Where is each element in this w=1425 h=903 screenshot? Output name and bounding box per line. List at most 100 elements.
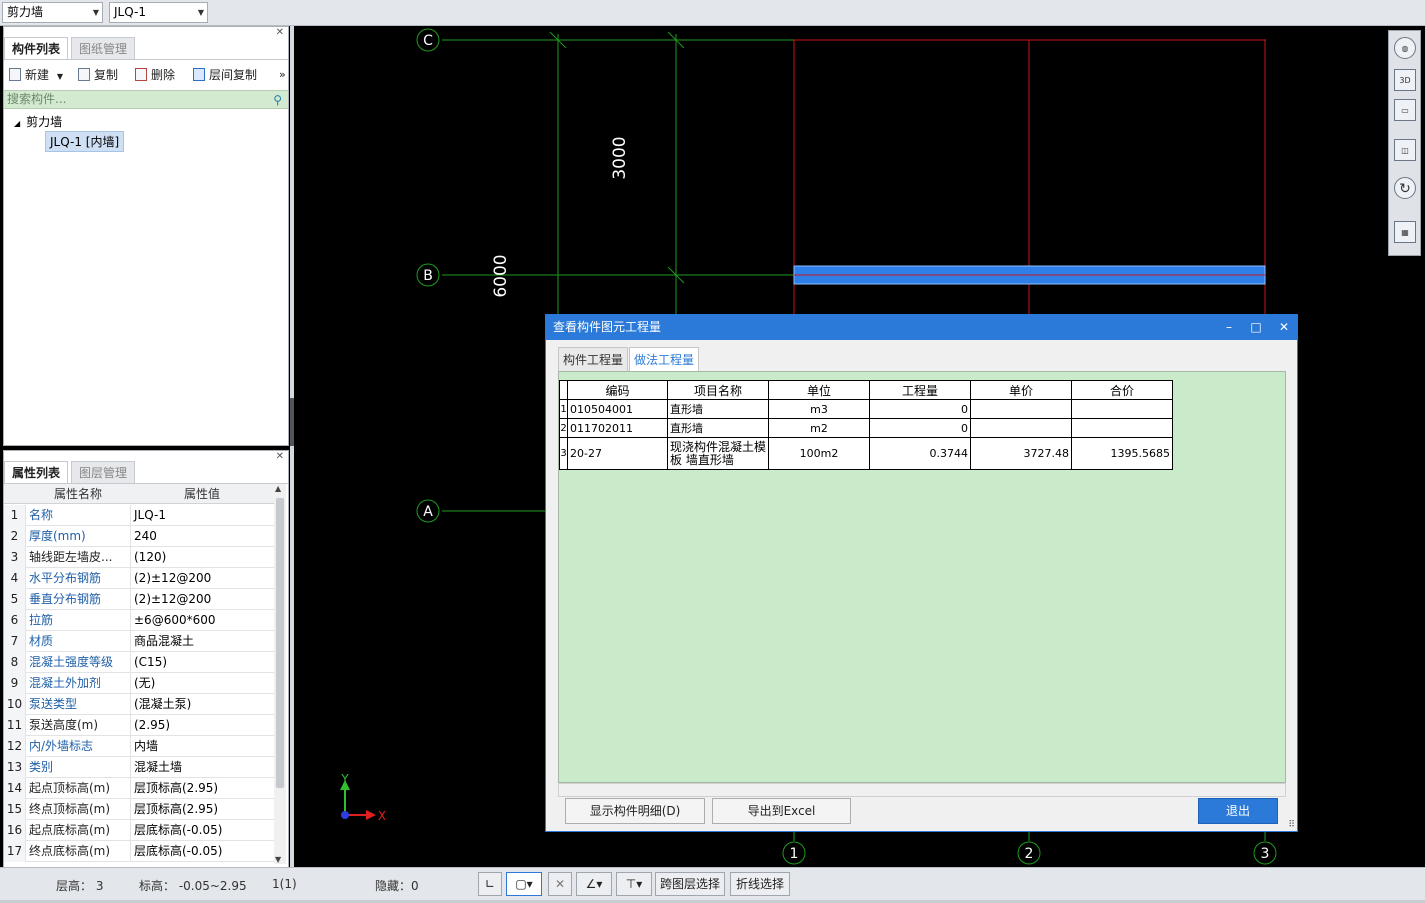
property-row[interactable]: 14 起点顶标高(m) 层顶标高(2.95) (4, 778, 274, 799)
property-value[interactable]: 商品混凝土 (130, 631, 274, 652)
cell-code: 010504001 (567, 399, 668, 419)
property-row[interactable]: 13 类别 混凝土墙 (4, 757, 274, 778)
property-value[interactable]: (2.95) (130, 715, 274, 736)
tab-drawing-management[interactable]: 图纸管理 (71, 37, 136, 59)
scroll-up-icon[interactable]: ▲ (275, 484, 281, 493)
property-name: 水平分布钢筋 (29, 571, 102, 585)
axis-label-c: C (423, 33, 433, 49)
property-row[interactable]: 2 厚度(mm) 240 (4, 526, 274, 547)
tree-item-jlq-1[interactable]: JLQ-1 [内墙] (45, 131, 125, 152)
table-row[interactable]: 1 010504001 直形墙 m3 0 (559, 399, 1173, 419)
table-row[interactable]: 2 011702011 直形墙 m2 0 (559, 418, 1173, 438)
dimension-tool-icon[interactable]: ⊤▾ (616, 872, 652, 896)
close-icon[interactable]: ✕ (1271, 315, 1297, 340)
property-name: 拉筋 (29, 613, 54, 627)
property-row-number: 15 (4, 799, 26, 820)
property-row[interactable]: 3 轴线距左墙皮... (120) (4, 547, 274, 568)
scroll-down-icon[interactable]: ▼ (275, 855, 281, 864)
property-value[interactable]: 层顶标高(2.95) (130, 799, 274, 820)
property-row[interactable]: 15 终点顶标高(m) 层顶标高(2.95) (4, 799, 274, 820)
property-row[interactable]: 9 混凝土外加剂 (无) (4, 673, 274, 694)
search-input[interactable]: 搜索构件... ⚲ (4, 90, 288, 109)
scroll-thumb[interactable] (276, 498, 284, 788)
axis-label-3: 3 (1261, 846, 1270, 862)
dialog-title: 查看构件图元工程量 (553, 320, 662, 334)
angle-icon[interactable]: ∠▾ (576, 872, 612, 896)
property-value[interactable]: (混凝土泵) (130, 694, 274, 715)
copy-button[interactable]: 复制 (78, 65, 118, 85)
tab-component-quantity[interactable]: 构件工程量 (558, 347, 629, 371)
table-row[interactable]: 3 20-27 现浇构件混凝土模板 墙直形墙 100m2 0.3744 3727.48 13… (559, 437, 1173, 470)
tree-root[interactable]: ◢ 剪力墙 (14, 113, 62, 130)
property-value[interactable]: 内墙 (130, 736, 274, 757)
property-name: 泵送类型 (29, 697, 78, 711)
property-row-number: 6 (4, 610, 26, 631)
property-row[interactable]: 12 内/外墙标志 内墙 (4, 736, 274, 757)
view-3d-icon[interactable]: 3D (1394, 69, 1416, 91)
property-value[interactable]: (C15) (130, 652, 274, 673)
ortho-icon[interactable]: ∟ (478, 872, 502, 896)
tab-layer-management[interactable]: 图层管理 (71, 461, 136, 483)
property-value[interactable]: (无) (130, 673, 274, 694)
maximize-icon[interactable]: □ (1243, 315, 1269, 340)
property-value[interactable]: (2)±12@200 (130, 589, 274, 610)
property-value[interactable]: 层底标高(-0.05) (130, 841, 274, 862)
property-value[interactable]: ±6@600*600 (130, 610, 274, 631)
tree-expand-icon[interactable]: ◢ (14, 119, 20, 128)
property-row[interactable]: 8 混凝土强度等级 (C15) (4, 652, 274, 673)
property-value[interactable]: (2)±12@200 (130, 568, 274, 589)
rotate-icon[interactable]: ↻ (1394, 177, 1416, 199)
polyline-select-button[interactable]: 折线选择 (730, 872, 790, 896)
property-row[interactable]: 4 水平分布钢筋 (2)±12@200 (4, 568, 274, 589)
property-row[interactable]: 7 材质 商品混凝土 (4, 631, 274, 652)
cross-layer-select-button[interactable]: 跨图层选择 (655, 872, 725, 896)
property-value[interactable]: (120) (130, 547, 274, 568)
property-scrollbar[interactable]: ▲ ▼ (274, 484, 286, 864)
property-row[interactable]: 17 终点底标高(m) 层底标高(-0.05) (4, 841, 274, 862)
property-row[interactable]: 5 垂直分布钢筋 (2)±12@200 (4, 589, 274, 610)
component-combo[interactable]: JLQ-1 ▼ (109, 2, 208, 23)
property-row[interactable]: 16 起点底标高(m) 层底标高(-0.05) (4, 820, 274, 841)
show-detail-button[interactable]: 显示构件明细(D) (565, 798, 705, 824)
view-top-icon[interactable]: ▭ (1394, 99, 1416, 121)
category-combo[interactable]: 剪力墙 ▼ (2, 2, 103, 23)
minimize-icon[interactable]: – (1216, 315, 1242, 340)
hidden-count: 隐藏：0 (375, 879, 419, 893)
property-value[interactable]: 混凝土墙 (130, 757, 274, 778)
new-button[interactable]: 新建 ▼ (9, 65, 63, 85)
select-mode-icon[interactable]: ▢▾ (506, 872, 542, 896)
property-row[interactable]: 10 泵送类型 (混凝土泵) (4, 694, 274, 715)
dialog-title-bar[interactable]: 查看构件图元工程量 (546, 315, 1297, 340)
tab-method-quantity[interactable]: 做法工程量 (629, 347, 700, 371)
property-row[interactable]: 11 泵送高度(m) (2.95) (4, 715, 274, 736)
resize-grip-icon[interactable]: ⠿ (1288, 820, 1295, 830)
property-row-number: 10 (4, 694, 26, 715)
exit-button[interactable]: 退出 (1198, 798, 1278, 824)
delete-button[interactable]: 删除 (135, 65, 175, 85)
tab-component-list[interactable]: 构件列表 (4, 37, 69, 59)
property-value[interactable]: 240 (130, 526, 274, 547)
display-settings-icon[interactable]: ▦ (1394, 221, 1416, 243)
snap-cross-icon[interactable]: ✕ (548, 872, 572, 896)
property-row-number: 4 (4, 568, 26, 589)
property-value[interactable]: JLQ-1 (130, 505, 274, 526)
delete-label: 删除 (151, 68, 176, 82)
property-value[interactable]: 层顶标高(2.95) (130, 778, 274, 799)
more-tools-button[interactable]: » (279, 65, 286, 85)
property-row-number: 2 (4, 526, 26, 547)
property-value[interactable]: 层底标高(-0.05) (130, 820, 274, 841)
row-index: 1 (559, 399, 568, 419)
header-unit: 单位 (768, 380, 870, 400)
component-panel-tabs: 构件列表 图纸管理 (4, 37, 288, 59)
orbit-icon[interactable]: ◍ (1394, 37, 1416, 59)
search-icon[interactable]: ⚲ (273, 92, 282, 109)
dialog-horizontal-scrollbar[interactable] (558, 783, 1286, 797)
delete-icon (135, 68, 147, 81)
property-row[interactable]: 1 名称 JLQ-1 (4, 505, 274, 526)
cell-quantity: 0.3744 (869, 437, 971, 470)
floor-copy-button[interactable]: 层间复制 (193, 65, 257, 85)
property-row[interactable]: 6 拉筋 ±6@600*600 (4, 610, 274, 631)
tab-property-list[interactable]: 属性列表 (4, 461, 69, 483)
view-box-icon[interactable]: ◫ (1394, 139, 1416, 161)
export-excel-button[interactable]: 导出到Excel (712, 798, 851, 824)
